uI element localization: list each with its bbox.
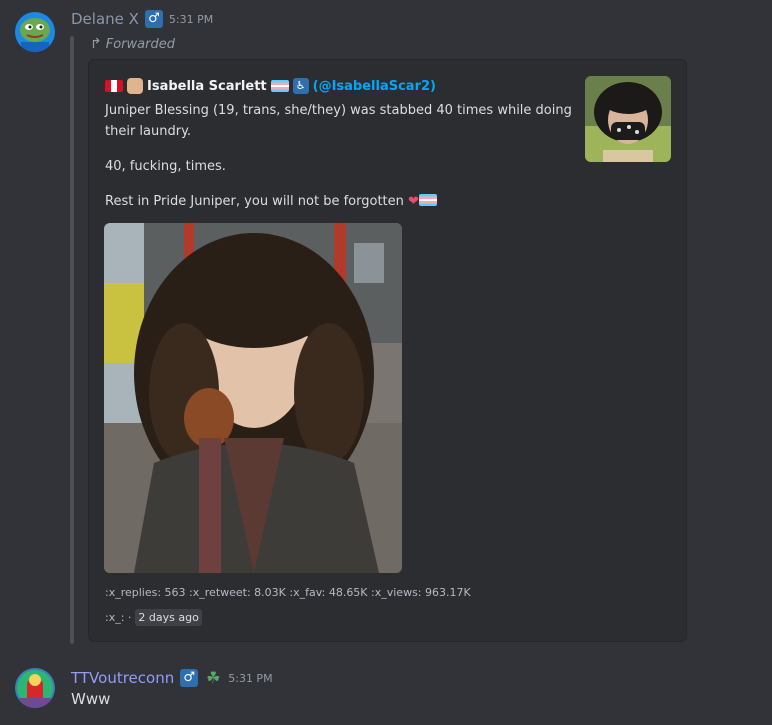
message-text: Www [71, 690, 111, 708]
male-sign-icon[interactable]: ♂ [144, 10, 163, 28]
peru-flag-icon [105, 80, 123, 92]
message-timestamp[interactable]: 5:31 PM [228, 672, 272, 685]
trans-flag-icon [418, 194, 437, 206]
trans-flag-icon [270, 80, 289, 92]
embed-thumbnail[interactable] [585, 76, 671, 162]
user-avatar-delane[interactable] [15, 12, 55, 52]
username[interactable]: TTVoutreconn [71, 669, 174, 687]
username[interactable]: Delane X [71, 10, 139, 28]
embed-image[interactable] [104, 223, 402, 573]
message-header: Delane X ♂ 5:31 PM [71, 10, 213, 28]
message-header: TTVoutreconn ♂ ☘ 5:31 PM [71, 669, 273, 687]
male-sign-icon[interactable]: ♂ [180, 669, 199, 687]
wheelchair-icon: ♿ [292, 78, 309, 94]
embed-paragraph-last: Rest in Pride Juniper, you will not be f… [105, 191, 575, 212]
embed-author-name[interactable]: Isabella Scarlett [147, 79, 267, 94]
embed-description: Juniper Blessing (19, trans, she/they) w… [105, 100, 575, 226]
embed-stats: :x_replies: 563 :x_retweet: 8.03K :x_fav… [105, 586, 471, 599]
embed-footer-prefix: :x_: · [105, 611, 132, 624]
clover-icon[interactable]: ☘ [204, 669, 222, 687]
forwarded-label: ↱ Forwarded [90, 36, 175, 52]
embed-author-handle[interactable]: (@IsabellaScar2) [313, 79, 436, 94]
raised-fist-icon [127, 78, 143, 94]
heart-icon: ❤ [408, 194, 419, 209]
embed-paragraph-text: Rest in Pride Juniper, you will not be f… [105, 194, 404, 209]
forwarded-text: Forwarded [105, 36, 175, 52]
embed-footer: :x_: · 2 days ago [105, 609, 202, 626]
forward-arrow-icon: ↱ [90, 36, 102, 52]
forward-bar [70, 36, 74, 644]
embed-footer-time[interactable]: 2 days ago [135, 609, 202, 626]
message-timestamp[interactable]: 5:31 PM [169, 13, 213, 26]
embed-author: Isabella Scarlett ♿ (@IsabellaScar2) [105, 78, 436, 94]
embed-paragraph: 40, fucking, times. [105, 159, 226, 174]
embed-paragraph: Juniper Blessing (19, trans, she/they) w… [105, 103, 572, 139]
user-avatar-ttvoutreconn[interactable] [15, 668, 55, 708]
tweet-embed: Isabella Scarlett ♿ (@IsabellaScar2) Jun… [88, 59, 687, 642]
